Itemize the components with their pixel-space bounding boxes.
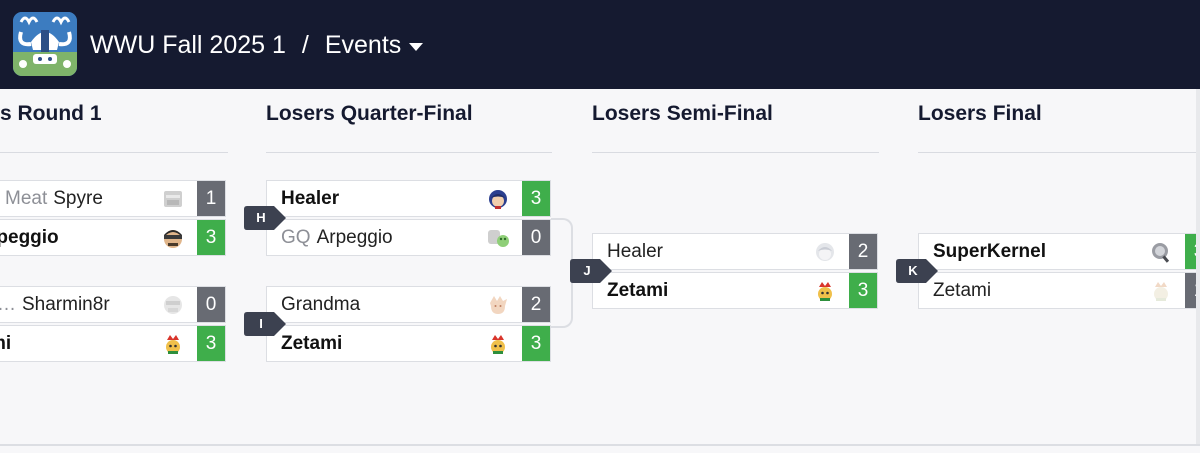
player-name: Meat Spyre [5,181,103,216]
match-tag-label: I [259,316,263,331]
match-tag-j[interactable]: J [570,259,612,283]
match-losers-semi-final-j[interactable]: Healer 2 Zetami 3 [592,233,878,309]
player-slot[interactable]: Zetami 1 [918,272,1200,309]
breadcrumb: WWU Fall 2025 1 / Events [90,28,424,62]
match-losers-quarter-final-h[interactable]: Healer 3 GQ Arpeggio 0 [266,180,551,256]
tournament-name-link[interactable]: WWU Fall 2025 1 [90,31,286,60]
player-name: Healer [281,181,339,216]
character-icon [816,243,834,261]
breadcrumb-separator: / [301,30,309,59]
character-icon [164,191,182,207]
match-tag-i[interactable]: I [244,312,286,336]
score-box: 3 [197,326,225,361]
top-navigation-bar: WWU Fall 2025 1 / Events [0,0,1200,89]
gamertag: SuperKernel [933,241,1046,262]
gamertag: rpeggio [0,227,59,248]
player-name: SuperKernel [933,234,1046,269]
column-title-losers-semi-final: Losers Semi-Final [592,102,773,125]
match-tag-h[interactable]: H [244,206,286,230]
player-slot[interactable]: Meat Spyre 1 [0,180,226,217]
character-icon [166,335,180,354]
column-divider [592,152,879,153]
character-icon [490,296,507,314]
score-box: 0 [197,287,225,322]
player-slot[interactable]: SuperKernel 3 [918,233,1200,270]
column-divider [266,152,552,153]
player-slot[interactable]: Zetami 3 [266,325,551,362]
score-box: 1 [197,181,225,216]
player-name: GQ Arpeggio [281,220,393,255]
character-icon [491,335,505,354]
gamertag: Zetami [281,333,343,354]
gamertag: Sharmin8r [22,294,110,315]
gamertag: Grandma [281,294,361,315]
gamertag: Healer [607,241,663,262]
score-box: 0 [522,220,550,255]
column-divider [918,152,1200,153]
player-name: mi [0,326,11,361]
character-icon [164,296,182,314]
player-name: Zetami [281,326,342,361]
score-box: 3 [522,181,550,216]
score-box: 3 [522,326,550,361]
character-icon [489,190,507,209]
player-name: Grandma [281,287,360,322]
score-box: 2 [522,287,550,322]
column-title-round-1: s Round 1 [0,102,102,125]
match-tag-k[interactable]: K [896,259,938,283]
match-losers-final-k[interactable]: SuperKernel 3 Zetami 1 [918,233,1200,309]
player-name: … Sharmin8r [0,287,110,322]
score-box: 3 [197,220,225,255]
sponsor-prefix: Meat [5,188,48,209]
match-tag-label: H [256,210,266,225]
tournament-logo[interactable] [13,12,77,76]
player-name: rpeggio [0,220,59,255]
player-slot[interactable]: Grandma 2 [266,286,551,323]
character-icon [1154,282,1168,301]
column-title-losers-final: Losers Final [918,102,1042,125]
player-slot[interactable]: GQ Arpeggio 0 [266,219,551,256]
caret-down-icon [409,42,424,51]
sponsor-prefix: … [0,294,16,315]
match-tag-label: K [908,263,918,278]
gamertag: Zetami [933,280,992,301]
gamertag: Arpeggio [316,227,393,248]
match-losers-quarter-final-i[interactable]: Grandma 2 Zetami 3 [266,286,551,362]
character-icon [818,282,832,301]
character-icon [1152,243,1170,263]
player-name: Zetami [933,273,991,308]
player-name: Healer [607,234,663,269]
events-dropdown[interactable]: Events [324,30,424,60]
character-icon [164,230,182,248]
match-round1-b[interactable]: … Sharmin8r 0 mi 3 [0,286,226,362]
player-slot[interactable]: rpeggio 3 [0,219,226,256]
gamertag: Healer [281,188,340,209]
player-slot[interactable]: Healer 3 [266,180,551,217]
column-title-losers-quarter-final: Losers Quarter-Final [266,102,473,125]
gamertag: Zetami [607,280,669,301]
events-dropdown-label: Events [324,30,402,59]
character-icon [488,230,509,247]
match-tag-label: J [583,263,591,278]
sponsor-prefix: GQ [281,227,311,248]
score-box: 3 [849,273,877,308]
column-divider [0,152,228,153]
match-round1-a[interactable]: MeatSpyre 1 rpeggio 3 [0,180,226,256]
score-box: 2 [849,234,877,269]
player-slot[interactable]: Healer 2 [592,233,878,270]
player-slot[interactable]: mi 3 [0,325,226,362]
player-name: Zetami [607,273,668,308]
horizontal-scroll-edge [1196,89,1200,444]
bracket-bottom-border [0,444,1200,446]
gamertag: Spyre [53,188,103,209]
player-slot[interactable]: Zetami 3 [592,272,878,309]
gamertag: mi [0,333,12,354]
player-slot[interactable]: … Sharmin8r 0 [0,286,226,323]
